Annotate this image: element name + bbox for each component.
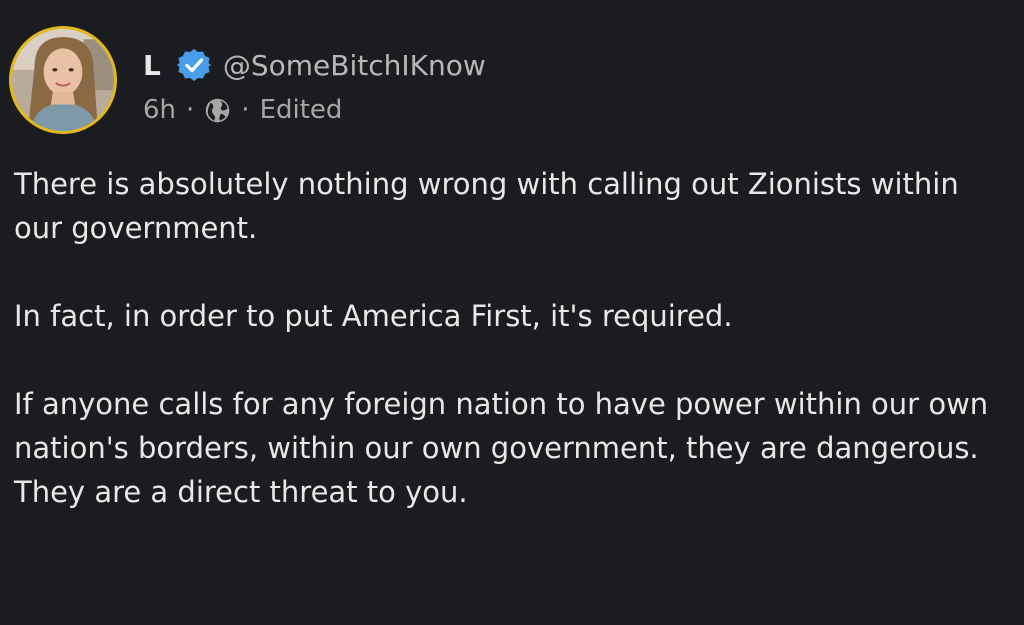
author-row: L @SomeBitchIKnow <box>143 45 486 85</box>
post-card: L @SomeBitchIKnow 6h · · Edited There is… <box>0 0 1024 625</box>
verified-badge-icon <box>176 48 211 82</box>
meta-separator: · <box>241 95 250 125</box>
author-handle[interactable]: @SomeBitchIKnow <box>223 49 486 82</box>
post-paragraph: In fact, in order to put America First, … <box>14 299 733 333</box>
post-paragraph: If anyone calls for any foreign nation t… <box>14 387 989 509</box>
edited-label[interactable]: Edited <box>260 95 343 125</box>
meta-separator: · <box>186 95 195 125</box>
post-body: There is absolutely nothing wrong with c… <box>14 162 1014 558</box>
globe-icon <box>204 97 231 124</box>
avatar-photo <box>12 29 114 131</box>
post-time[interactable]: 6h <box>143 95 176 125</box>
display-name[interactable]: L <box>143 49 161 82</box>
post-paragraph: There is absolutely nothing wrong with c… <box>14 167 959 245</box>
avatar[interactable] <box>9 26 117 134</box>
post-meta: 6h · · Edited <box>143 91 342 129</box>
